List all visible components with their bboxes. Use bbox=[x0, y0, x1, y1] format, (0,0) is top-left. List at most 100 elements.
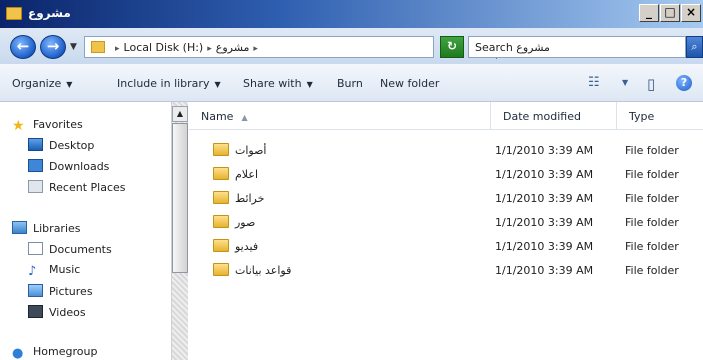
help-icon[interactable]: ? bbox=[676, 75, 692, 91]
burn-button[interactable]: Burn bbox=[337, 77, 363, 90]
sort-ascending-icon: ▲ bbox=[241, 113, 248, 122]
title-bar: مشروع _ □ × bbox=[0, 0, 703, 28]
chevron-down-icon: ▼ bbox=[306, 80, 313, 89]
music-icon: ♪ bbox=[28, 264, 37, 279]
back-button[interactable]: ← bbox=[10, 35, 36, 59]
file-date: 1/1/2010 3:39 AM bbox=[495, 216, 594, 229]
folder-icon bbox=[213, 263, 229, 276]
file-name: خرائط bbox=[235, 192, 265, 205]
nav-documents[interactable]: Documents bbox=[28, 242, 112, 256]
nav-recent-places[interactable]: Recent Places bbox=[28, 180, 126, 194]
nav-label: Music bbox=[49, 263, 81, 276]
file-name: قواعد بيانات bbox=[235, 264, 292, 277]
file-name: صور bbox=[235, 216, 256, 229]
address-bar[interactable]: ▸Local Disk (H:)▸مشروع▸ ▼ bbox=[84, 36, 500, 61]
change-view-icon[interactable]: ☷ bbox=[588, 75, 600, 91]
file-date: 1/1/2010 3:39 AM bbox=[495, 144, 594, 157]
breadcrumb-separator[interactable]: ▸ bbox=[207, 44, 212, 54]
search-icon[interactable]: ⌕ bbox=[686, 36, 703, 58]
nav-label: Videos bbox=[49, 306, 86, 319]
window-controls: _ □ × bbox=[638, 4, 701, 22]
navigation-pane: ★ Favorites Desktop Downloads Recent Plac… bbox=[0, 102, 171, 360]
minimize-button[interactable]: _ bbox=[639, 4, 659, 22]
nav-libraries[interactable]: Libraries bbox=[12, 221, 81, 235]
nav-label: Desktop bbox=[49, 139, 95, 152]
column-header-type[interactable]: Type bbox=[617, 102, 703, 130]
folder-icon bbox=[6, 7, 22, 20]
nav-label: Documents bbox=[49, 243, 112, 256]
include-in-library-label: Include in library bbox=[117, 77, 210, 90]
folder-icon bbox=[213, 143, 229, 156]
recent-places-icon bbox=[28, 180, 43, 193]
close-button[interactable]: × bbox=[681, 4, 701, 22]
column-header-name[interactable]: Name ▲ bbox=[189, 102, 491, 130]
file-type: File folder bbox=[625, 168, 679, 181]
file-row[interactable]: صور 1/1/2010 3:39 AM File folder bbox=[189, 212, 703, 234]
folder-icon bbox=[91, 41, 105, 53]
file-row[interactable]: أصوات 1/1/2010 3:39 AM File folder bbox=[189, 140, 703, 162]
nav-label: Pictures bbox=[49, 285, 93, 298]
breadcrumb-separator[interactable]: ▸ bbox=[115, 44, 120, 54]
include-in-library-menu[interactable]: Include in library ▼ bbox=[117, 77, 221, 90]
new-folder-button[interactable]: New folder bbox=[380, 77, 439, 90]
window-title: مشروع bbox=[28, 6, 71, 20]
breadcrumb-item-local-disk[interactable]: Local Disk (H:) bbox=[124, 41, 204, 54]
folder-icon bbox=[213, 167, 229, 180]
nav-label: Favorites bbox=[33, 118, 83, 131]
folder-icon bbox=[213, 215, 229, 228]
file-row[interactable]: خرائط 1/1/2010 3:39 AM File folder bbox=[189, 188, 703, 210]
file-list: Name ▲ Date modified Type أصوات 1/1/2010 … bbox=[189, 102, 703, 360]
column-label: Name bbox=[201, 110, 234, 123]
breadcrumb-item-project[interactable]: مشروع bbox=[216, 41, 250, 54]
file-type: File folder bbox=[625, 240, 679, 253]
share-with-menu[interactable]: Share with ▼ bbox=[243, 77, 313, 90]
file-row[interactable]: اعلام 1/1/2010 3:39 AM File folder bbox=[189, 164, 703, 186]
file-date: 1/1/2010 3:39 AM bbox=[495, 168, 594, 181]
file-type: File folder bbox=[625, 144, 679, 157]
maximize-button[interactable]: □ bbox=[660, 4, 680, 22]
file-date: 1/1/2010 3:39 AM bbox=[495, 192, 594, 205]
nav-pictures[interactable]: Pictures bbox=[28, 284, 93, 298]
scroll-thumb[interactable] bbox=[172, 123, 188, 273]
refresh-button[interactable]: ↻ bbox=[440, 36, 464, 58]
nav-videos[interactable]: Videos bbox=[28, 305, 86, 319]
recent-pages-dropdown[interactable]: ▼ bbox=[70, 42, 77, 52]
organize-menu[interactable]: Organize ▼ bbox=[12, 77, 72, 90]
nav-label: Downloads bbox=[49, 160, 110, 173]
homegroup-icon: ● bbox=[12, 346, 24, 360]
file-name: اعلام bbox=[235, 168, 258, 181]
nav-desktop[interactable]: Desktop bbox=[28, 138, 94, 152]
desktop-icon bbox=[28, 138, 43, 151]
file-row[interactable]: قواعد بيانات 1/1/2010 3:39 AM File folde… bbox=[189, 260, 703, 282]
pictures-icon bbox=[28, 284, 43, 297]
organize-label: Organize bbox=[12, 77, 62, 90]
nav-favorites[interactable]: ★ Favorites bbox=[12, 118, 83, 134]
documents-icon bbox=[28, 242, 43, 255]
nav-label: Recent Places bbox=[49, 181, 126, 194]
breadcrumb: ▸ Local Disk (H:) ▸ مشروع ▸ bbox=[111, 41, 262, 54]
file-name: أصوات bbox=[235, 144, 267, 157]
column-header-date[interactable]: Date modified bbox=[491, 102, 617, 130]
scroll-up-button[interactable]: ▲ bbox=[172, 106, 188, 122]
column-label: Date modified bbox=[503, 110, 581, 123]
search-placeholder: Search مشروع bbox=[475, 41, 550, 54]
view-dropdown[interactable]: ▼ bbox=[622, 78, 628, 94]
nav-downloads[interactable]: Downloads bbox=[28, 159, 109, 173]
forward-button[interactable]: → bbox=[40, 35, 66, 59]
preview-pane-icon[interactable]: ▯ bbox=[647, 75, 655, 93]
nav-homegroup[interactable]: ● Homegroup bbox=[12, 345, 97, 360]
downloads-icon bbox=[28, 159, 43, 172]
libraries-icon bbox=[12, 221, 27, 234]
folder-icon bbox=[213, 191, 229, 204]
file-row[interactable]: فيديو 1/1/2010 3:39 AM File folder bbox=[189, 236, 703, 258]
command-bar: Organize ▼ Include in library ▼ Share with… bbox=[0, 64, 703, 102]
star-icon: ★ bbox=[12, 118, 25, 134]
breadcrumb-separator[interactable]: ▸ bbox=[253, 44, 258, 54]
folder-icon bbox=[213, 239, 229, 252]
nav-scrollbar[interactable]: ▲ bbox=[171, 102, 188, 360]
search-input[interactable]: Search مشروع bbox=[468, 36, 686, 58]
address-row: ← → ▼ ▸Local Disk (H:)▸مشروع▸ ▼ ↻ Search… bbox=[0, 28, 703, 64]
file-date: 1/1/2010 3:39 AM bbox=[495, 264, 594, 277]
nav-music[interactable]: ♪ Music bbox=[28, 263, 81, 279]
chevron-down-icon: ▼ bbox=[66, 80, 73, 89]
